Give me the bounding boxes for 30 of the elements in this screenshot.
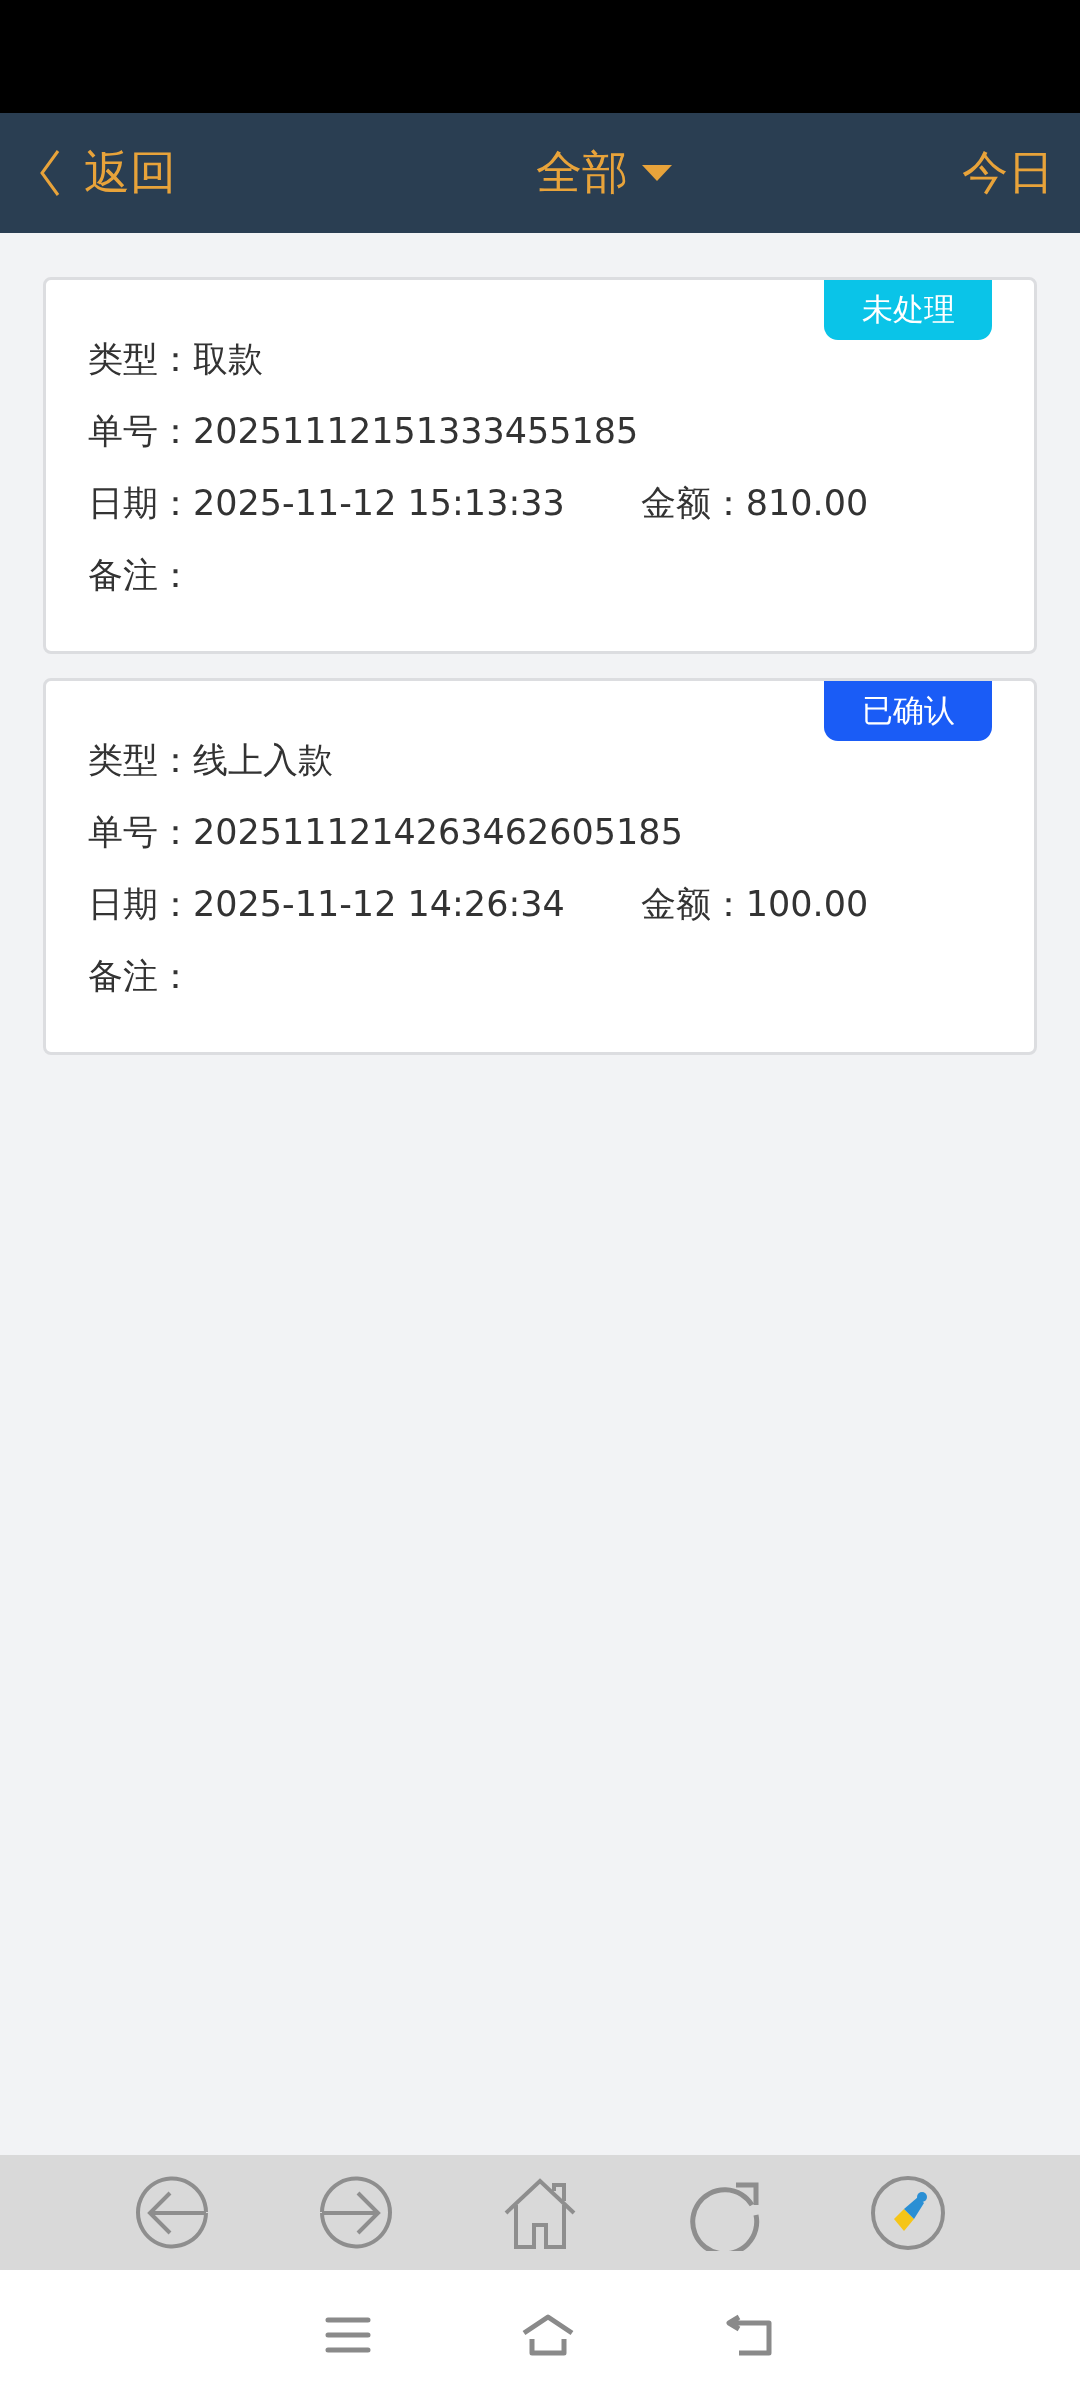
field-label: 备注： [88,954,193,998]
brush-icon[interactable] [870,2174,946,2251]
back-button[interactable]: 返回 [38,142,176,204]
field-value: 100.00 [745,884,869,924]
field-value: 2025-11-12 15:13:33 [193,483,565,523]
forward-arrow-icon[interactable] [318,2174,394,2251]
field-label: 日期： [88,882,193,926]
field-label: 类型： [88,738,193,782]
status-badge: 未处理 [824,280,992,340]
field-label: 日期： [88,481,193,525]
caret-icon [642,165,672,181]
field-label: 单号： [88,409,193,453]
field-value: 810.00 [745,483,869,523]
home-icon[interactable] [520,2313,576,2357]
back-chevron-icon [38,149,62,197]
field-label: 金额： [640,481,746,525]
field-value: 线上入款 [193,738,333,782]
today-button[interactable]: 今日 [962,142,1054,204]
menu-icon[interactable] [324,2315,371,2355]
field-label: 备注： [88,553,193,597]
status-badge: 已确认 [824,681,992,741]
filter-dropdown[interactable]: 全部 [536,142,672,204]
field-value: 2025-11-12 14:26:34 [193,884,565,924]
field-value: 取款 [193,337,263,381]
field-value: 20251112151333455185 [193,411,639,451]
back-arrow-icon[interactable] [134,2174,210,2251]
field-label: 类型： [88,337,193,381]
field-label: 单号： [88,810,193,854]
field-value: 2025111214263462605185 [193,812,683,852]
field-label: 金额： [640,882,746,926]
